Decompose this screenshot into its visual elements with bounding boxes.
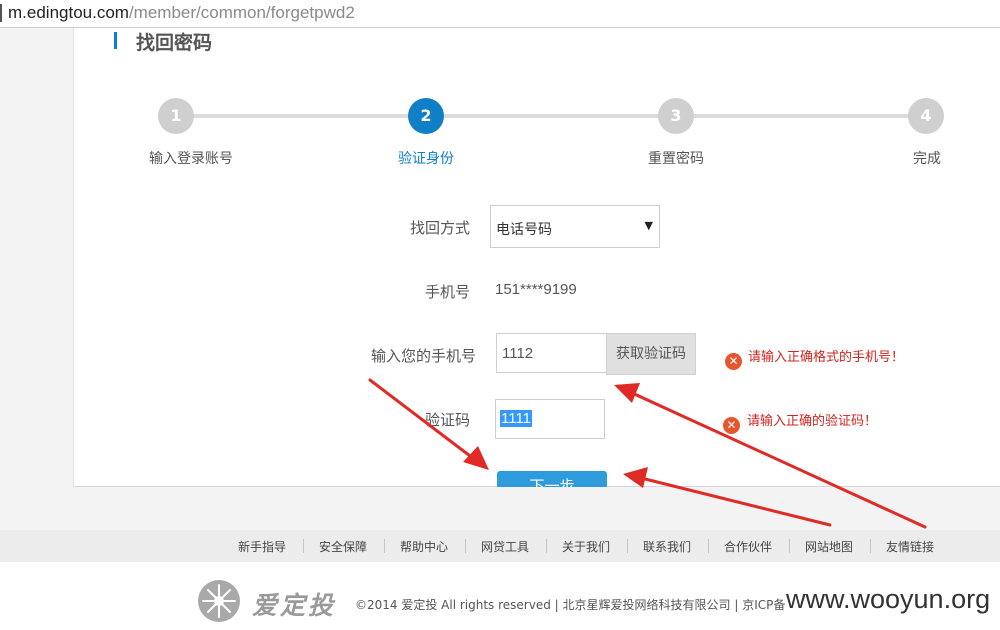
step-2-circle: 2 xyxy=(408,98,444,134)
title-accent-bar xyxy=(114,32,117,49)
code-error-text: 请输入正确的验证码！ xyxy=(747,414,878,429)
footer-divider xyxy=(303,539,304,553)
url-domain: m.edingtou.com xyxy=(8,3,129,22)
error-circle-icon: ✕ xyxy=(725,353,742,370)
footer-link-security[interactable]: 安全保障 xyxy=(319,538,367,555)
phone-masked-value: 151****9199 xyxy=(495,281,577,298)
phone-input-value: 1112 xyxy=(502,345,534,362)
page-title: 找回密码 xyxy=(136,32,213,54)
step-4-circle: 4 xyxy=(908,98,944,134)
step-1-label: 输入登录账号 xyxy=(149,151,233,167)
footer-nav: 新手指导 安全保障 帮助中心 网贷工具 关于我们 联系我们 合作伙伴 网站地图 … xyxy=(0,530,1000,562)
method-label: 找回方式 xyxy=(409,219,470,237)
logo-icon xyxy=(198,580,240,622)
step-4-label: 完成 xyxy=(913,151,941,167)
step-connector-3 xyxy=(694,114,909,118)
code-label: 验证码 xyxy=(424,411,470,429)
footer-divider xyxy=(789,539,790,553)
footer-link-site-map[interactable]: 网站地图 xyxy=(805,538,853,555)
url-text[interactable]: m.edingtou.com/member/common/forgetpwd2 xyxy=(8,3,355,23)
next-step-button-label: 下一步 xyxy=(529,477,575,487)
step-connector-2 xyxy=(444,114,659,118)
error-circle-icon: ✕ xyxy=(723,417,740,434)
chevron-down-icon: ▼ xyxy=(644,219,653,232)
address-bar[interactable]: m.edingtou.com/member/common/forgetpwd2 xyxy=(0,0,1000,28)
method-selected-value: 电话号码 xyxy=(496,222,552,238)
step-connector-1 xyxy=(193,114,408,118)
phone-input[interactable]: 1112 xyxy=(496,333,608,373)
next-step-button[interactable]: 下一步 xyxy=(497,471,607,487)
code-input-value: 1111 xyxy=(500,410,533,427)
footer-link-partners[interactable]: 合作伙伴 xyxy=(724,538,772,555)
phone-label: 手机号 xyxy=(424,283,470,301)
footer-divider xyxy=(546,539,547,553)
step-3-circle: 3 xyxy=(658,98,694,134)
url-path: /member/common/forgetpwd2 xyxy=(128,3,355,22)
copyright-text: ©2014 爱定投 All rights reserved | 北京星辉爱投网络… xyxy=(355,598,786,612)
footer-link-help-center[interactable]: 帮助中心 xyxy=(400,538,448,555)
footer-link-beginner-guide[interactable]: 新手指导 xyxy=(238,538,286,555)
footer-divider xyxy=(465,539,466,553)
step-2-label: 验证身份 xyxy=(398,151,454,167)
get-code-button[interactable]: 获取验证码 xyxy=(606,333,696,375)
footer-divider xyxy=(870,539,871,553)
footer-link-loan-tools[interactable]: 网贷工具 xyxy=(481,538,529,555)
footer-divider xyxy=(384,539,385,553)
footer-divider xyxy=(627,539,628,553)
step-3-label: 重置密码 xyxy=(648,151,704,167)
footer-link-about-us[interactable]: 关于我们 xyxy=(562,538,610,555)
text-cursor xyxy=(0,4,2,22)
phone-error-text: 请输入正确格式的手机号！ xyxy=(748,350,905,365)
footer-link-friendly-links[interactable]: 友情链接 xyxy=(886,538,934,555)
enter-phone-label: 输入您的手机号 xyxy=(370,347,476,365)
logo-text: 爱定投 xyxy=(252,591,337,620)
method-select[interactable]: 电话号码 ▼ xyxy=(490,205,660,248)
footer-divider xyxy=(708,539,709,553)
watermark-text: www.wooyun.org xyxy=(786,584,991,614)
code-input[interactable]: 1111 xyxy=(495,399,605,439)
step-1-circle: 1 xyxy=(158,98,194,134)
footer-link-contact-us[interactable]: 联系我们 xyxy=(643,538,691,555)
